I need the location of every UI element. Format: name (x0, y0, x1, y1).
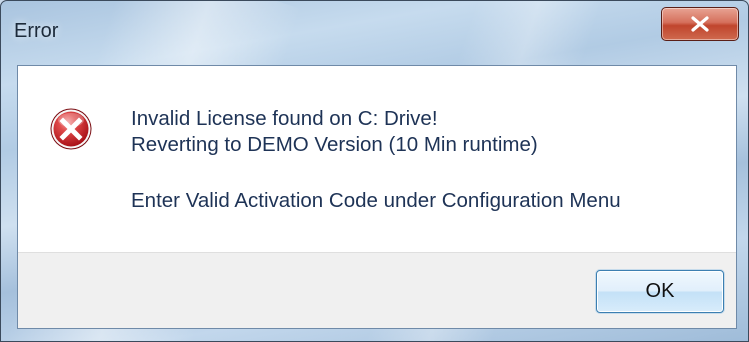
window-title: Error (14, 20, 59, 42)
message-line-3: Enter Valid Activation Code under Config… (131, 189, 621, 212)
button-bar: OK (18, 252, 736, 328)
error-dialog: Error Invalid License found on C: Drive!… (0, 0, 749, 342)
message-text: Invalid License found on C: Drive! Rever… (131, 106, 621, 214)
message-spacer (131, 158, 621, 188)
title-bar[interactable]: Error (1, 1, 748, 63)
close-icon (691, 16, 709, 32)
message-area: Invalid License found on C: Drive! Rever… (18, 66, 736, 252)
close-button[interactable] (661, 7, 739, 41)
dialog-body: Invalid License found on C: Drive! Rever… (17, 65, 737, 329)
ok-button[interactable]: OK (596, 270, 724, 313)
message-line-2: Reverting to DEMO Version (10 Min runtim… (131, 133, 538, 156)
message-line-1: Invalid License found on C: Drive! (131, 107, 438, 130)
error-icon (50, 108, 92, 150)
